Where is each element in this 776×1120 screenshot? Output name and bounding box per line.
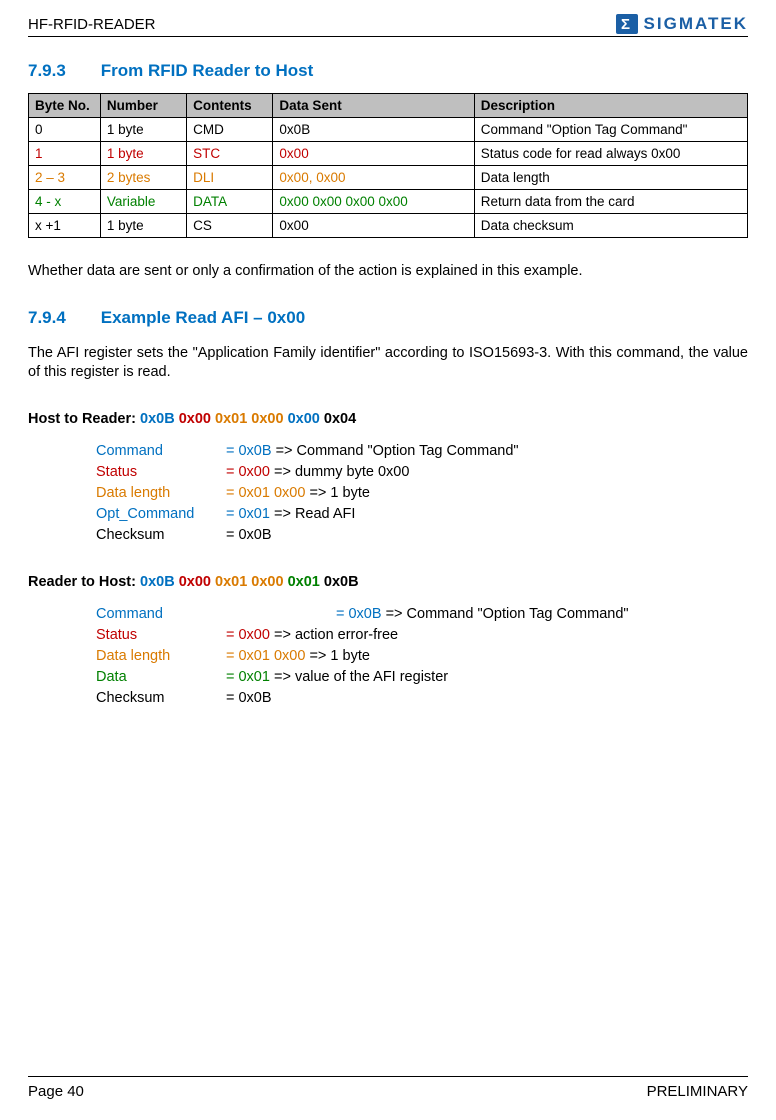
cell-datasent: 0x00, 0x00 [273,166,474,190]
cell-byteno: 1 [29,142,101,166]
cell-datasent: 0x00 0x00 0x00 0x00 [273,190,474,214]
field-name: Command [96,441,226,462]
section-number: 7.9.3 [28,61,96,81]
reader-to-host-label: Reader to Host: 0x0B 0x00 0x01 0x00 0x01… [28,574,748,590]
field-name: Status [96,462,226,483]
table-row: 2 – 32 bytesDLI0x00, 0x00Data length [29,166,748,190]
section-793-heading: 7.9.3 From RFID Reader to Host [28,61,748,81]
table-row: 11 byteSTC0x00Status code for read alway… [29,142,748,166]
protocol-table: Byte No. Number Contents Data Sent Descr… [28,93,748,238]
section-794-intro: The AFI register sets the "Application F… [28,344,748,383]
field-value: = 0x0B => Command "Option Tag Command" [336,604,629,625]
field-value: = 0x01 0x00 => 1 byte [226,646,370,667]
cell-byteno: 2 – 3 [29,166,101,190]
cell-number: 2 bytes [100,166,186,190]
doc-title: HF-RFID-READER [28,16,156,33]
field-value: = 0x00 => dummy byte 0x00 [226,462,409,483]
section-number: 7.9.4 [28,308,96,328]
cell-description: Status code for read always 0x00 [474,142,747,166]
field-name: Data length [96,646,226,667]
section-793-note: Whether data are sent or only a confirma… [28,262,748,282]
field-row: Checksum= 0x0B [96,525,748,546]
th-datasent: Data Sent [273,94,474,118]
label-text: Reader to Host: [28,574,136,590]
sigma-icon: Σ [616,14,638,34]
field-row: Opt_Command= 0x01 => Read AFI [96,504,748,525]
th-description: Description [474,94,747,118]
byte-cmd: 0x0B [140,574,175,590]
field-row: Command= 0x0B => Command "Option Tag Com… [96,441,748,462]
table-row: 4 - xVariableDATA0x00 0x00 0x00 0x00Retu… [29,190,748,214]
host-to-reader-label: Host to Reader: 0x0B 0x00 0x01 0x00 0x00… [28,411,748,427]
brand-text: SIGMATEK [644,14,748,34]
byte-checksum: 0x04 [324,411,356,427]
cell-description: Data checksum [474,214,747,238]
field-name: Checksum [96,688,226,709]
byte-length: 0x01 0x00 [215,574,284,590]
field-row: Checksum= 0x0B [96,688,748,709]
cell-description: Return data from the card [474,190,747,214]
cell-datasent: 0x00 [273,214,474,238]
page-number: Page 40 [28,1083,84,1100]
cell-byteno: x +1 [29,214,101,238]
field-value: = 0x01 => Read AFI [226,504,355,525]
field-value: = 0x01 => value of the AFI register [226,667,448,688]
field-name: Checksum [96,525,226,546]
byte-length: 0x01 0x00 [215,411,284,427]
cell-datasent: 0x0B [273,118,474,142]
cell-description: Command "Option Tag Command" [474,118,747,142]
byte-cmd: 0x0B [140,411,175,427]
cell-datasent: 0x00 [273,142,474,166]
field-row: Data length= 0x01 0x00 => 1 byte [96,483,748,504]
section-title: From RFID Reader to Host [101,61,314,80]
cell-description: Data length [474,166,747,190]
field-name: Data length [96,483,226,504]
table-header-row: Byte No. Number Contents Data Sent Descr… [29,94,748,118]
cell-byteno: 4 - x [29,190,101,214]
field-value: = 0x00 => action error-free [226,625,398,646]
field-row: Command= 0x0B => Command "Option Tag Com… [96,604,748,625]
cell-byteno: 0 [29,118,101,142]
byte-status: 0x00 [179,574,211,590]
field-row: Data length= 0x01 0x00 => 1 byte [96,646,748,667]
field-name: Command [96,604,336,625]
th-number: Number [100,94,186,118]
field-value: = 0x0B [226,525,272,546]
cell-contents: DLI [187,166,273,190]
byte-opt: 0x00 [288,411,320,427]
section-title: Example Read AFI – 0x00 [101,308,305,327]
field-row: Status= 0x00 => dummy byte 0x00 [96,462,748,483]
section-794-heading: 7.9.4 Example Read AFI – 0x00 [28,308,748,328]
doc-status: PRELIMINARY [647,1083,748,1100]
field-value: = 0x01 0x00 => 1 byte [226,483,370,504]
field-name: Status [96,625,226,646]
table-row: 01 byteCMD0x0BCommand "Option Tag Comman… [29,118,748,142]
label-text: Host to Reader: [28,411,136,427]
cell-contents: STC [187,142,273,166]
cell-number: 1 byte [100,142,186,166]
cell-number: 1 byte [100,214,186,238]
byte-status: 0x00 [179,411,211,427]
field-name: Opt_Command [96,504,226,525]
th-contents: Contents [187,94,273,118]
field-value: = 0x0B => Command "Option Tag Command" [226,441,519,462]
page-header: HF-RFID-READER Σ SIGMATEK [28,14,748,37]
field-row: Data= 0x01 => value of the AFI register [96,667,748,688]
host-to-reader-fields: Command= 0x0B => Command "Option Tag Com… [96,441,748,546]
table-row: x +11 byteCS0x00Data checksum [29,214,748,238]
page-footer: Page 40 PRELIMINARY [28,1076,748,1100]
cell-contents: CMD [187,118,273,142]
field-name: Data [96,667,226,688]
byte-checksum: 0x0B [324,574,359,590]
cell-number: Variable [100,190,186,214]
brand-logo: Σ SIGMATEK [616,14,748,34]
field-value: = 0x0B [226,688,272,709]
cell-number: 1 byte [100,118,186,142]
reader-to-host-fields: Command= 0x0B => Command "Option Tag Com… [96,604,748,709]
byte-data: 0x01 [288,574,320,590]
cell-contents: CS [187,214,273,238]
cell-contents: DATA [187,190,273,214]
th-byteno: Byte No. [29,94,101,118]
field-row: Status= 0x00 => action error-free [96,625,748,646]
